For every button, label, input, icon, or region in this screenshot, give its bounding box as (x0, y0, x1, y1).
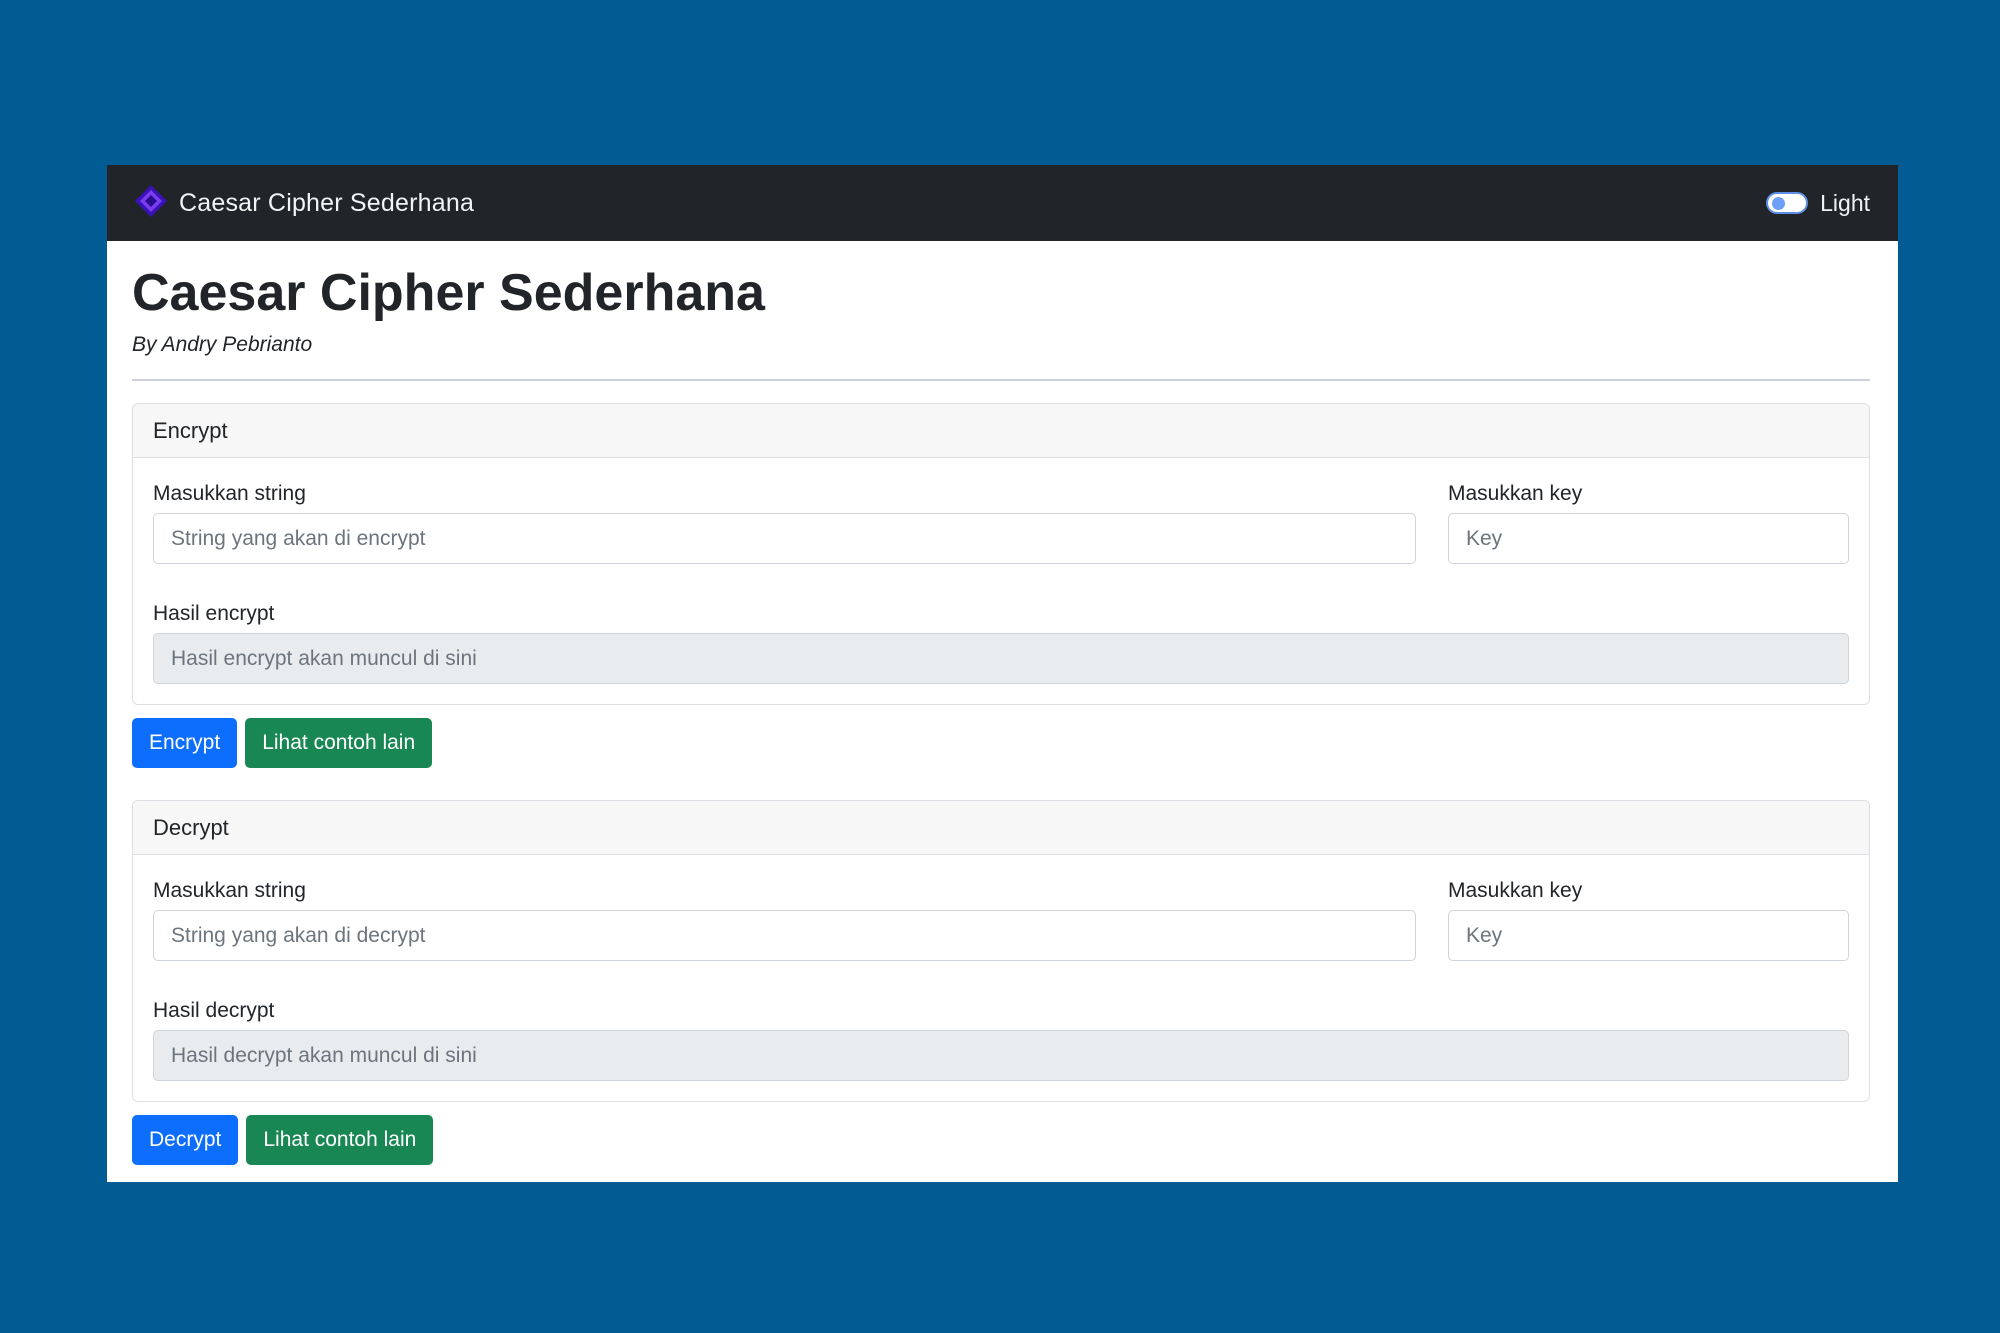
decrypt-string-input[interactable] (153, 910, 1416, 961)
encrypt-key-input[interactable] (1448, 513, 1849, 564)
decrypt-key-label: Masukkan key (1448, 879, 1583, 902)
decrypt-result-field (153, 1030, 1849, 1081)
navbar-brand[interactable]: Caesar Cipher Sederhana (133, 183, 474, 224)
decrypt-card: Decrypt Masukkan string Masukkan key Has… (132, 800, 1870, 1102)
decrypt-button[interactable]: Decrypt (132, 1115, 239, 1165)
decrypt-result-label: Hasil decrypt (153, 999, 275, 1022)
encrypt-result-label: Hasil encrypt (153, 602, 275, 625)
encrypt-card: Encrypt Masukkan string Masukkan key Has… (132, 403, 1870, 705)
encrypt-string-label: Masukkan string (153, 482, 306, 505)
encrypt-example-button[interactable]: Lihat contoh lain (245, 718, 433, 768)
decrypt-card-title: Decrypt (133, 801, 1869, 855)
app-window: Caesar Cipher Sederhana Light Caesar Cip… (107, 165, 1898, 1182)
decrypt-actions: Decrypt Lihat contoh lain (132, 1115, 1870, 1165)
encrypt-card-title: Encrypt (133, 404, 1869, 458)
encrypt-result-field (153, 633, 1849, 684)
diamond-logo-icon (133, 183, 169, 224)
main-content: Caesar Cipher Sederhana By Andry Pebrian… (107, 261, 1898, 1165)
page-title: Caesar Cipher Sederhana (132, 264, 765, 322)
encrypt-key-label: Masukkan key (1448, 482, 1583, 505)
theme-toggle[interactable]: Light (1766, 190, 1870, 217)
navbar: Caesar Cipher Sederhana Light (107, 165, 1898, 241)
theme-toggle-label: Light (1820, 189, 1870, 216)
header-divider (132, 379, 1870, 381)
decrypt-string-label: Masukkan string (153, 879, 306, 902)
theme-switch[interactable] (1766, 192, 1809, 214)
decrypt-example-button[interactable]: Lihat contoh lain (246, 1115, 434, 1165)
brand-title: Caesar Cipher Sederhana (179, 188, 475, 217)
encrypt-string-input[interactable] (153, 513, 1416, 564)
switch-knob (1772, 197, 1786, 210)
decrypt-key-input[interactable] (1448, 910, 1849, 961)
encrypt-actions: Encrypt Lihat contoh lain (132, 718, 1870, 768)
decrypt-card-body: Masukkan string Masukkan key Hasil decry… (133, 855, 1869, 1101)
author-credit: By Andry Pebrianto (132, 333, 313, 356)
encrypt-button[interactable]: Encrypt (132, 718, 238, 768)
encrypt-card-body: Masukkan string Masukkan key Hasil encry… (133, 458, 1869, 704)
